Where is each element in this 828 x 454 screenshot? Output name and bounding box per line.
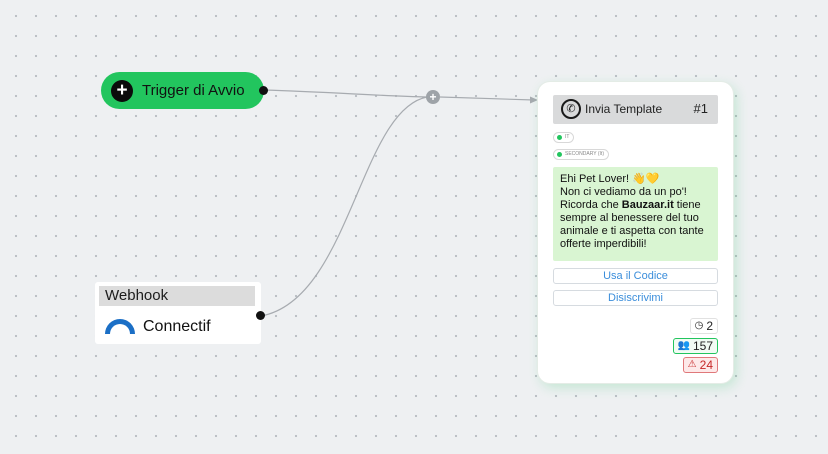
wire-merge-to-template	[439, 96, 535, 101]
card-header: ✆ Invia Template #1	[553, 95, 718, 124]
warning-icon: ⚠	[687, 359, 697, 370]
language-tag: IT	[553, 132, 575, 143]
unsubscribe-button[interactable]: Disiscrivimi	[553, 290, 718, 306]
webhook-header: Webhook	[99, 286, 255, 306]
webhook-output-port[interactable]	[256, 311, 265, 320]
language-tag-label: IT	[565, 134, 570, 140]
message-preview: Ehi Pet Lover! 👋💛 Non ci vediamo da un p…	[553, 167, 718, 261]
trigger-output-port[interactable]	[259, 86, 268, 95]
trigger-label: Trigger di Avvio	[142, 82, 245, 99]
status-dot-icon	[557, 152, 562, 157]
plus-icon: +	[111, 79, 133, 102]
whatsapp-icon: ✆	[561, 99, 581, 119]
errors-badge: ⚠ 24	[682, 357, 718, 373]
use-code-button[interactable]: Usa il Codice	[553, 268, 718, 284]
message-line: Ehi Pet Lover! 👋💛	[560, 173, 660, 185]
message-line: Ricorda che Bauzaar.it tiene	[560, 199, 701, 211]
webhook-node[interactable]: Webhook Connectif	[95, 282, 261, 344]
merge-node-plus-icon[interactable]: +	[426, 90, 440, 104]
brand-name: Bauzaar.it	[621, 199, 674, 211]
users-icon: 👥	[677, 340, 690, 351]
send-template-card[interactable]: ✆ Invia Template #1 IT SECONDARY (It) Eh…	[538, 82, 733, 383]
contacts-badge: 👥 157	[672, 338, 718, 354]
category-tag-label: SECONDARY (It)	[565, 151, 604, 157]
message-line: animale e ti aspetta con tante	[560, 225, 704, 237]
category-tag: SECONDARY (It)	[553, 149, 609, 160]
status-dot-icon	[557, 135, 562, 140]
wait-time-badge: ◷ 2	[689, 318, 718, 334]
message-line: offerte imperdibili!	[560, 238, 647, 250]
connectif-label: Connectif	[143, 318, 211, 335]
wire-webhook-to-merge	[260, 96, 428, 317]
card-number: #1	[693, 101, 708, 116]
message-line: Non ci vediamo da un po'!	[560, 186, 687, 198]
contacts-value: 157	[692, 339, 713, 353]
clock-icon: ◷	[694, 320, 704, 331]
message-line: sempre al benessere del tuo	[560, 212, 699, 224]
wire-arrowhead	[530, 96, 538, 104]
card-title: Invia Template	[585, 102, 663, 116]
trigger-node[interactable]: + Trigger di Avvio	[101, 72, 264, 109]
connectif-logo	[105, 319, 135, 334]
wait-time-value: 2	[706, 319, 713, 333]
wire-trigger-to-merge	[263, 89, 428, 98]
errors-value: 24	[699, 358, 713, 372]
